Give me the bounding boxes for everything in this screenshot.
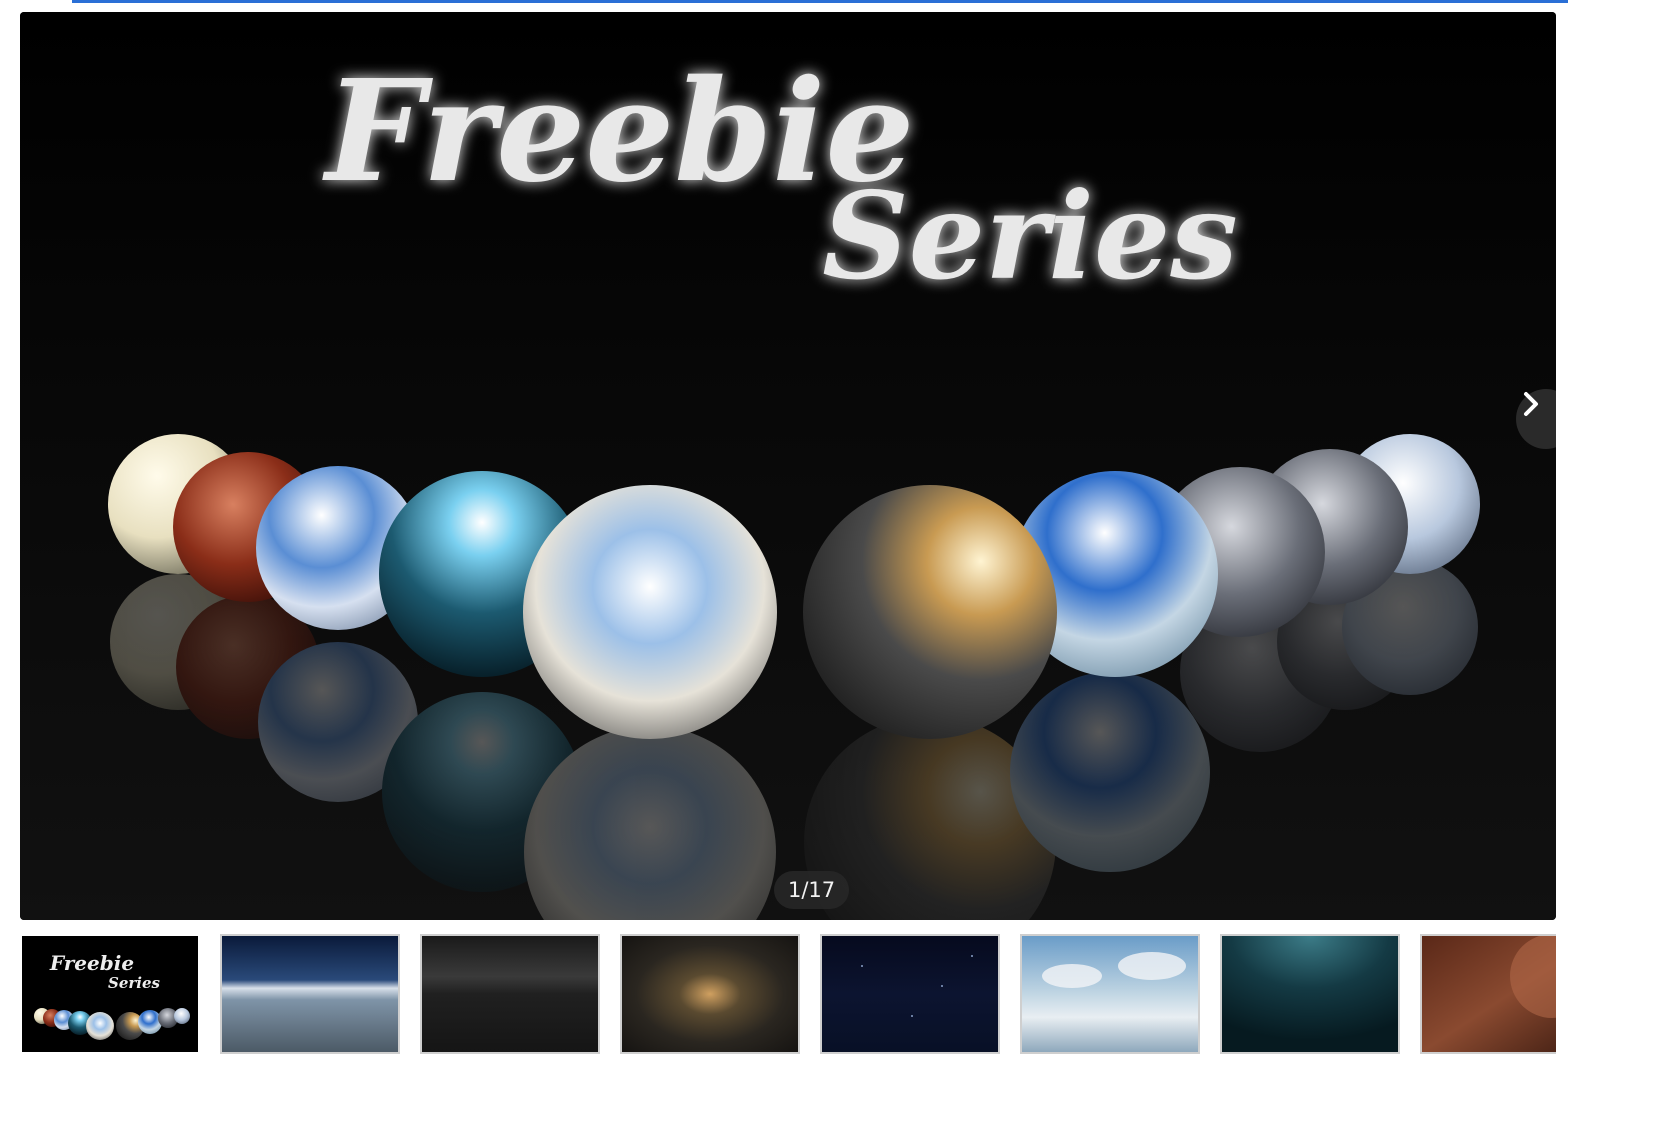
banner-line-2: Series	[822, 166, 1238, 307]
chevron-right-icon	[1524, 392, 1538, 416]
image-viewer[interactable]: Freebie Series 1/17	[20, 12, 1556, 920]
top-accent-line	[72, 0, 1568, 3]
thumbnail-3[interactable]	[420, 934, 600, 1054]
slide-image: Freebie Series	[20, 12, 1556, 920]
svg-text:Series: Series	[108, 974, 161, 992]
svg-text:Freebie: Freebie	[49, 951, 134, 975]
thumbnail-7[interactable]	[1220, 934, 1400, 1054]
slide-counter: 1/17	[774, 871, 850, 909]
thumbnail-2[interactable]	[220, 934, 400, 1054]
thumbnail-8[interactable]	[1420, 934, 1556, 1054]
thumbnail-strip: Freebie Series	[20, 934, 1556, 1058]
thumbnail-5[interactable]	[820, 934, 1000, 1054]
thumbnail-4[interactable]	[620, 934, 800, 1054]
thumbnail-1[interactable]: Freebie Series	[20, 934, 200, 1054]
thumbnail-6[interactable]	[1020, 934, 1200, 1054]
